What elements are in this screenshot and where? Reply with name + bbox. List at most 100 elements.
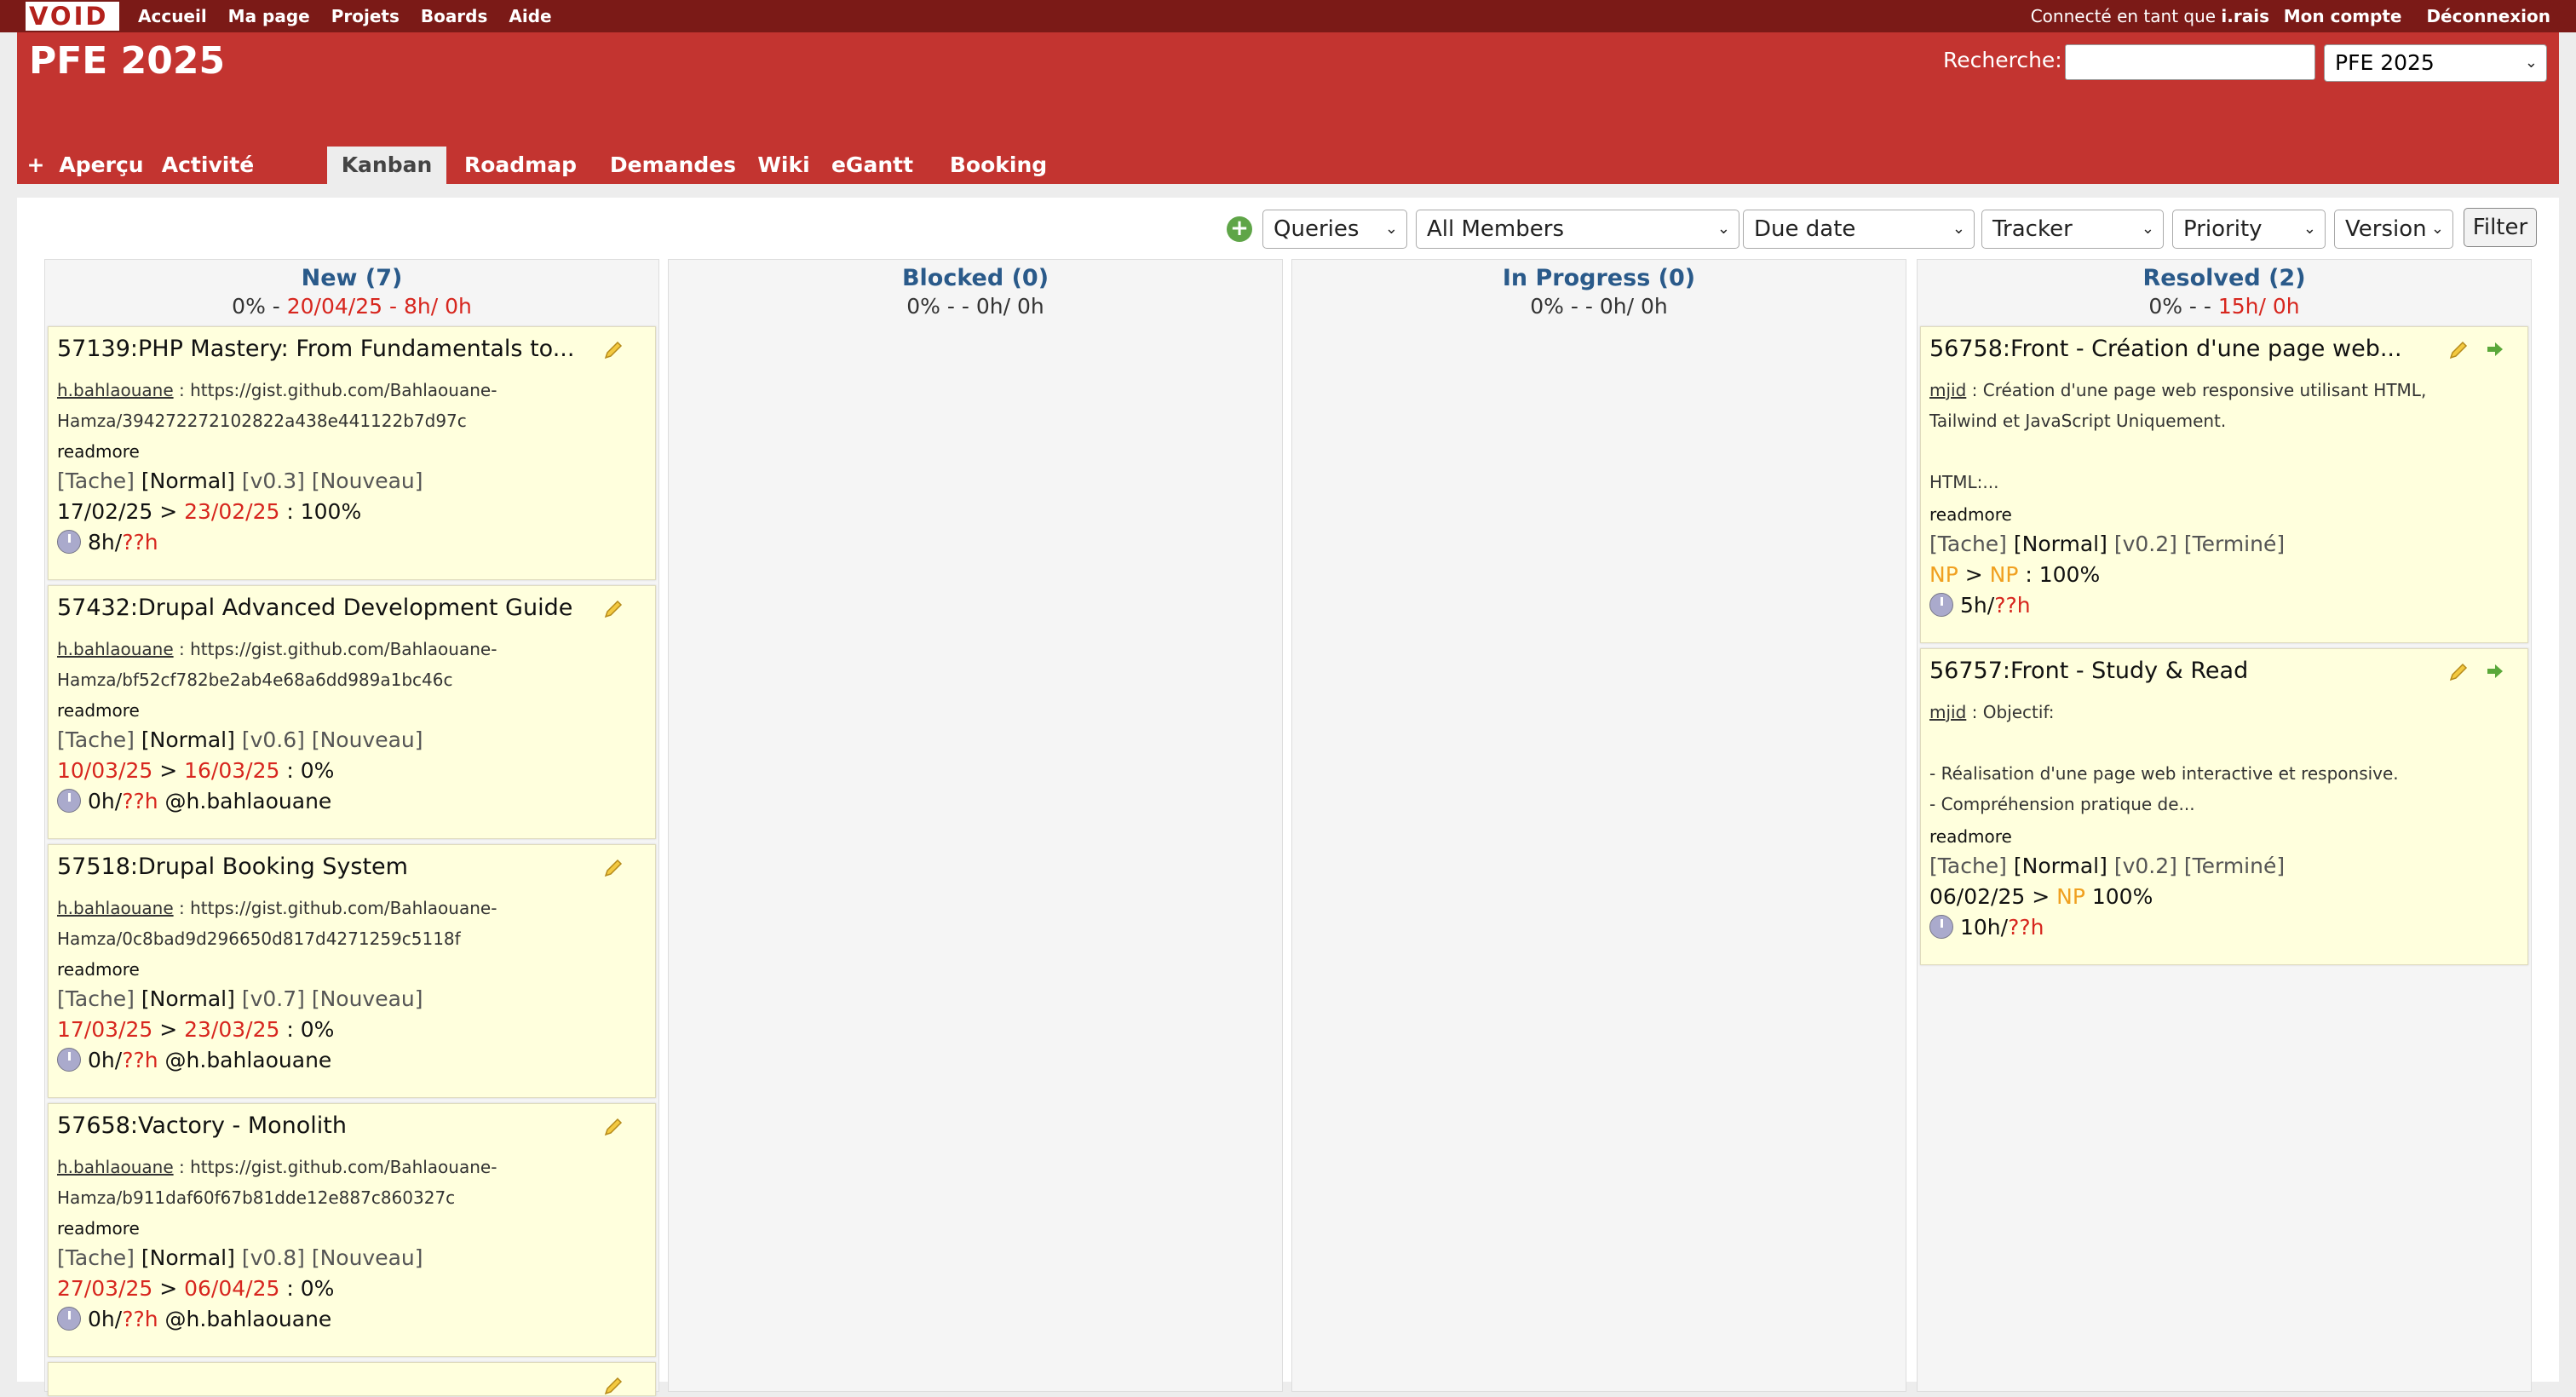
issue-card[interactable]: 56757:Front - Study & Read mjid : Object… — [1920, 648, 2528, 965]
tab-demandes[interactable]: Demandes — [596, 147, 750, 184]
progress: : 0% — [279, 1276, 335, 1301]
readmore-link[interactable]: readmore — [57, 700, 140, 721]
version-tag: [v0.2] — [2113, 532, 2177, 556]
queries-select[interactable]: Queries ⌄ — [1262, 210, 1407, 249]
clock-icon[interactable] — [57, 789, 81, 813]
pencil-icon[interactable] — [602, 1375, 624, 1397]
issue-card[interactable] — [48, 1362, 656, 1396]
readmore-link[interactable]: readmore — [1929, 826, 2012, 847]
my-account-link[interactable]: Mon compte — [2284, 6, 2402, 26]
date-separator: > — [152, 1017, 185, 1042]
card-title[interactable]: 56757:Front - Study & Read — [1929, 658, 2248, 684]
author-link[interactable]: mjid — [1929, 702, 1966, 722]
readmore-link[interactable]: readmore — [1929, 504, 2012, 525]
column-title[interactable]: Blocked (0) — [669, 265, 1282, 291]
author-link[interactable]: h.bahlaouane — [57, 639, 174, 659]
filter-button[interactable]: Filter — [2464, 208, 2537, 247]
desc-line-2: Hamza/394272272102822a438e441122b7d97c — [57, 411, 467, 431]
issue-card[interactable]: 57432:Drupal Advanced Development Guide … — [48, 585, 656, 839]
members-value: All Members — [1427, 216, 1564, 242]
clock-icon[interactable] — [57, 1307, 81, 1331]
card-title[interactable]: 57658:Vactory - Monolith — [57, 1112, 347, 1139]
account-menu: Mon compte Déconnexion — [2265, 0, 2550, 32]
issue-card[interactable]: 56758:Front - Création d'une page web...… — [1920, 326, 2528, 643]
column-title[interactable]: New (7) — [45, 265, 658, 291]
pencil-icon[interactable] — [602, 857, 624, 879]
void-logo[interactable]: VOID — [26, 2, 119, 31]
column-title[interactable]: In Progress (0) — [1292, 265, 1906, 291]
pencil-icon[interactable] — [602, 1116, 624, 1138]
spent-time: 5h/ — [1960, 593, 1995, 618]
readmore-link[interactable]: readmore — [57, 959, 140, 980]
card-title[interactable]: 57432:Drupal Advanced Development Guide — [57, 595, 572, 621]
author-link[interactable]: mjid — [1929, 380, 1966, 400]
members-select[interactable]: All Members ⌄ — [1416, 210, 1739, 249]
priority-tag: [Normal] — [2013, 532, 2107, 556]
card-title[interactable]: 56758:Front - Création d'une page web... — [1929, 336, 2402, 362]
column-stats-percent: 0% - - 0h/ 0h — [1530, 294, 1668, 319]
nav-ma-page[interactable]: Ma page — [228, 6, 310, 26]
issue-card[interactable]: 57139:PHP Mastery: From Fundamentals to.… — [48, 326, 656, 580]
search-input[interactable] — [2065, 44, 2315, 80]
tracker-tag: [Tache] — [1929, 854, 2007, 878]
arrow-right-icon[interactable] — [2485, 661, 2505, 681]
tracker-select[interactable]: Tracker ⌄ — [1981, 210, 2164, 249]
project-jump-select[interactable]: PFE 2025 ⌄ — [2324, 44, 2547, 82]
kanban-content: + Queries ⌄ All Members ⌄ Due date ⌄ Tracke… — [17, 198, 2559, 1396]
column-stats-percent: 0% - - 0h/ 0h — [906, 294, 1044, 319]
pencil-icon[interactable] — [2447, 339, 2470, 361]
nav-aide[interactable]: Aide — [509, 6, 551, 26]
column-title[interactable]: Resolved (2) — [1918, 265, 2531, 291]
nav-accueil[interactable]: Accueil — [138, 6, 207, 26]
card-description: mjid : Création d'une page web responsiv… — [1929, 375, 2517, 497]
clock-icon[interactable] — [1929, 593, 1953, 617]
tab-booking[interactable]: Booking — [937, 147, 1060, 184]
date-separator: > — [2025, 884, 2057, 909]
clock-icon[interactable] — [57, 530, 81, 554]
due-date: 06/04/25 — [184, 1276, 280, 1301]
author-link[interactable]: h.bahlaouane — [57, 1157, 174, 1177]
tab-roadmap[interactable]: Roadmap — [450, 147, 591, 184]
column-resolved: Resolved (2) 0% - - 15h/ 0h 56758:Front … — [1917, 259, 2532, 1392]
due-date-select[interactable]: Due date ⌄ — [1743, 210, 1975, 249]
readmore-link[interactable]: readmore — [57, 1218, 140, 1239]
pencil-icon[interactable] — [602, 598, 624, 620]
pencil-icon[interactable] — [2447, 661, 2470, 683]
top-nav: Accueil Ma page Projets Boards Aide — [138, 0, 567, 32]
logout-link[interactable]: Déconnexion — [2426, 6, 2550, 26]
clock-icon[interactable] — [57, 1048, 81, 1072]
arrow-right-icon[interactable] — [2485, 339, 2505, 359]
tab-activite[interactable]: Activité — [150, 147, 266, 184]
date-separator: > — [152, 758, 185, 783]
add-icon[interactable]: + — [1227, 216, 1252, 242]
card-title[interactable]: 57139:PHP Mastery: From Fundamentals to.… — [57, 336, 574, 362]
status-tag: [Nouveau] — [311, 727, 423, 752]
issue-card[interactable]: 57658:Vactory - Monolith h.bahlaouane : … — [48, 1103, 656, 1357]
priority-select[interactable]: Priority ⌄ — [2172, 210, 2326, 249]
card-title[interactable]: 57518:Drupal Booking System — [57, 854, 408, 880]
tab-kanban[interactable]: Kanban — [327, 147, 446, 184]
clock-icon[interactable] — [1929, 915, 1953, 939]
version-tag: [v0.6] — [241, 727, 305, 752]
nav-projets[interactable]: Projets — [331, 6, 400, 26]
version-select[interactable]: Version ⌄ — [2334, 210, 2453, 249]
readmore-link[interactable]: readmore — [57, 441, 140, 462]
column-stats-due: 20/04/25 - 8h/ 0h — [286, 294, 472, 319]
issue-card[interactable]: 57518:Drupal Booking System h.bahlaouane… — [48, 844, 656, 1098]
tab-new[interactable]: + — [19, 147, 53, 184]
tab-wiki[interactable]: Wiki — [751, 147, 816, 184]
start-date: NP — [1929, 562, 1958, 587]
project-select-value: PFE 2025 — [2335, 50, 2435, 75]
logged-user-link[interactable]: i.rais — [2221, 6, 2269, 26]
author-link[interactable]: h.bahlaouane — [57, 380, 174, 400]
spent-time: 0h/ — [88, 1048, 123, 1072]
due-date: 23/02/25 — [184, 499, 280, 524]
pencil-icon[interactable] — [602, 339, 624, 361]
nav-boards[interactable]: Boards — [421, 6, 488, 26]
desc-line-3: HTML:... — [1929, 472, 1999, 492]
tab-egantt[interactable]: eGantt — [819, 147, 925, 184]
tab-apercu[interactable]: Aperçu — [56, 147, 147, 184]
author-link[interactable]: h.bahlaouane — [57, 898, 174, 918]
due-date: NP — [2056, 884, 2085, 909]
due-date: 16/03/25 — [184, 758, 280, 783]
